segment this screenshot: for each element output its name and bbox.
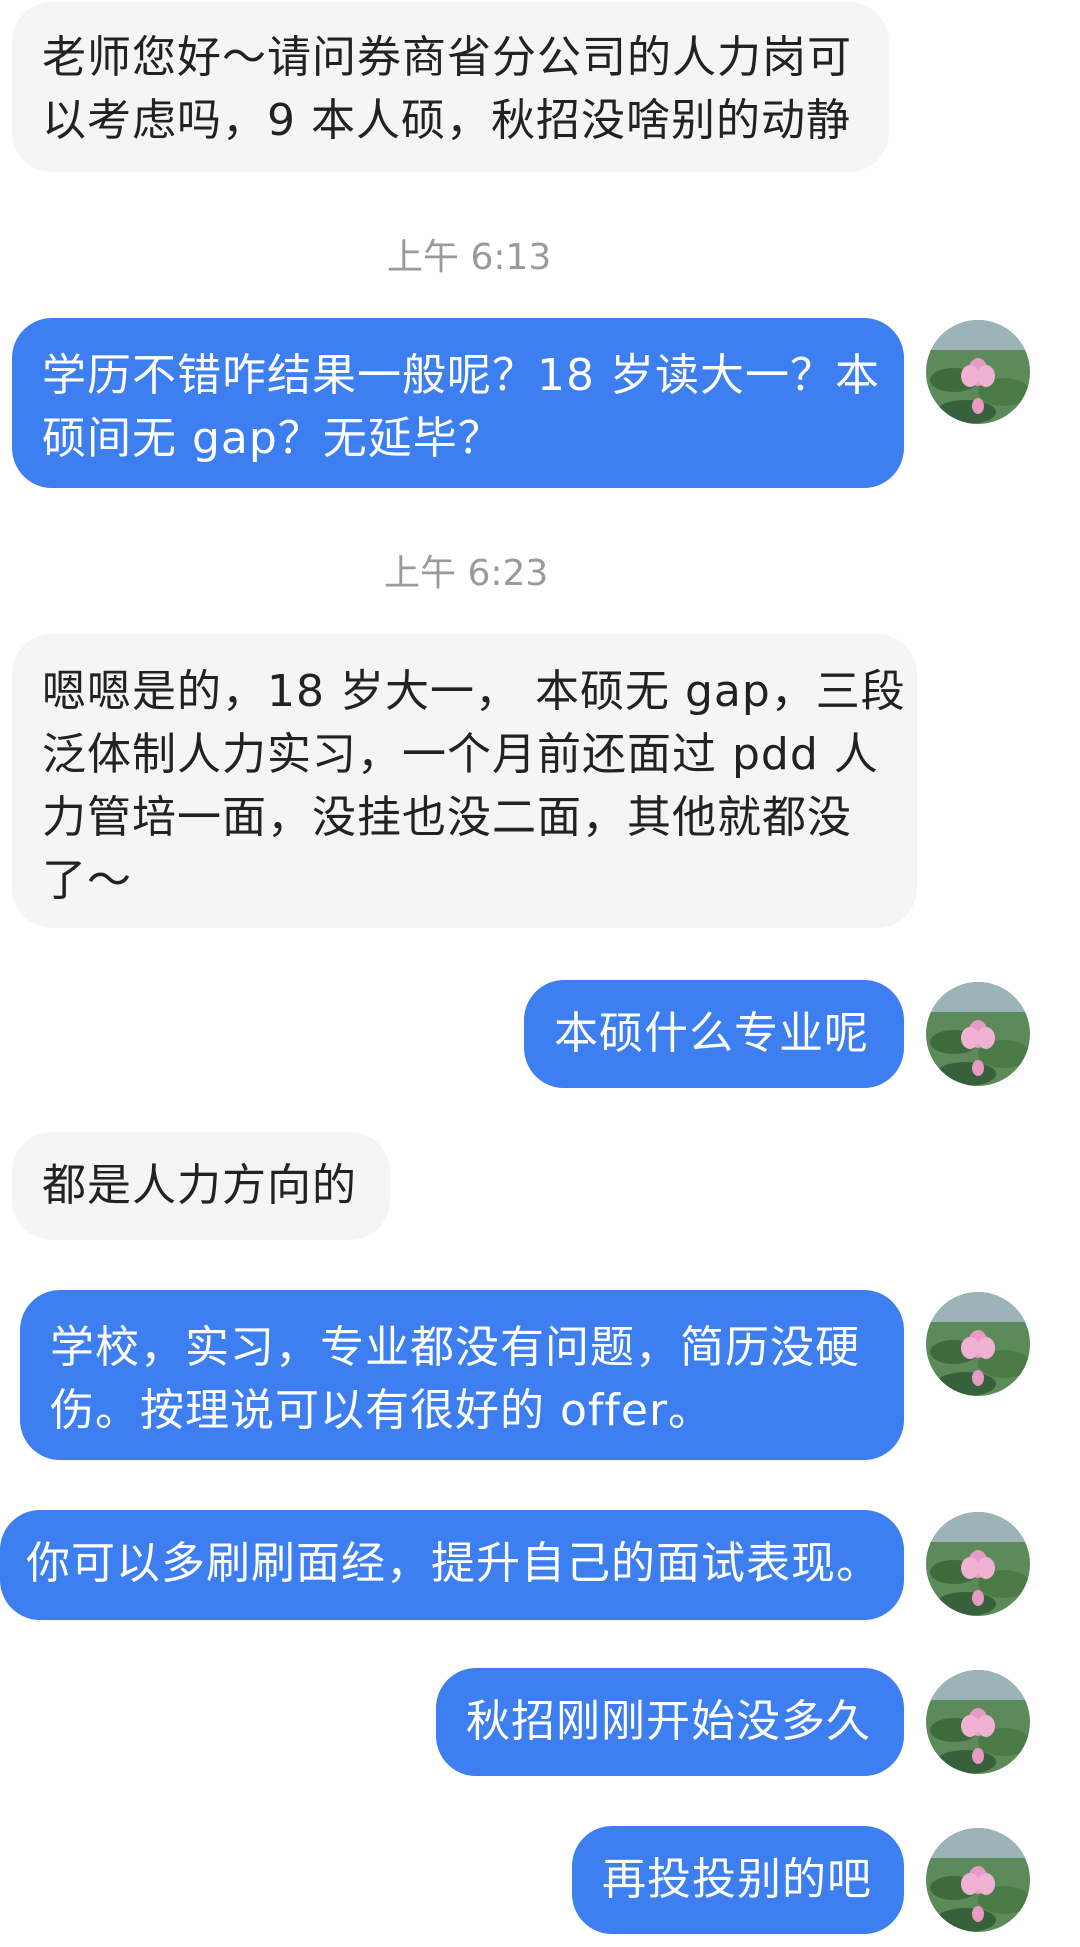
user-avatar[interactable] bbox=[926, 1828, 1030, 1932]
user-avatar[interactable] bbox=[926, 982, 1030, 1086]
message-bubble-outgoing[interactable]: 学历不错咋结果一般呢？18 岁读大一？本 硕间无 gap？无延毕？ bbox=[12, 318, 904, 488]
user-avatar[interactable] bbox=[926, 1670, 1030, 1774]
message-bubble-incoming[interactable]: 都是人力方向的 bbox=[12, 1132, 390, 1240]
user-avatar[interactable] bbox=[926, 320, 1030, 424]
lotus-pond-avatar-icon bbox=[926, 1828, 1030, 1932]
message-bubble-outgoing[interactable]: 本硕什么专业呢 bbox=[524, 980, 904, 1088]
lotus-pond-avatar-icon bbox=[926, 982, 1030, 1086]
message-bubble-outgoing[interactable]: 学校，实习，专业都没有问题，简历没硬 伤。按理说可以有很好的 offer。 bbox=[20, 1290, 904, 1460]
user-avatar[interactable] bbox=[926, 1292, 1030, 1396]
message-bubble-incoming[interactable]: 老师您好～请问券商省分公司的人力岗可 以考虑吗，9 本人硕，秋招没啥别的动静 bbox=[12, 2, 889, 172]
message-timestamp: 上午 6:13 bbox=[387, 237, 552, 278]
user-avatar[interactable] bbox=[926, 1512, 1030, 1616]
message-bubble-outgoing[interactable]: 秋招刚刚开始没多久 bbox=[436, 1668, 904, 1776]
lotus-pond-avatar-icon bbox=[926, 1670, 1030, 1774]
message-timestamp: 上午 6:23 bbox=[384, 553, 549, 594]
message-bubble-outgoing[interactable]: 你可以多刷刷面经，提升自己的面试表现。 bbox=[0, 1510, 904, 1620]
lotus-pond-avatar-icon bbox=[926, 1292, 1030, 1396]
lotus-pond-avatar-icon bbox=[926, 1512, 1030, 1616]
message-bubble-incoming[interactable]: 嗯嗯是的，18 岁大一， 本硕无 gap，三段 泛体制人力实习，一个月前还面过 … bbox=[12, 634, 917, 928]
lotus-pond-avatar-icon bbox=[926, 320, 1030, 424]
message-bubble-outgoing[interactable]: 再投投别的吧 bbox=[572, 1826, 904, 1934]
